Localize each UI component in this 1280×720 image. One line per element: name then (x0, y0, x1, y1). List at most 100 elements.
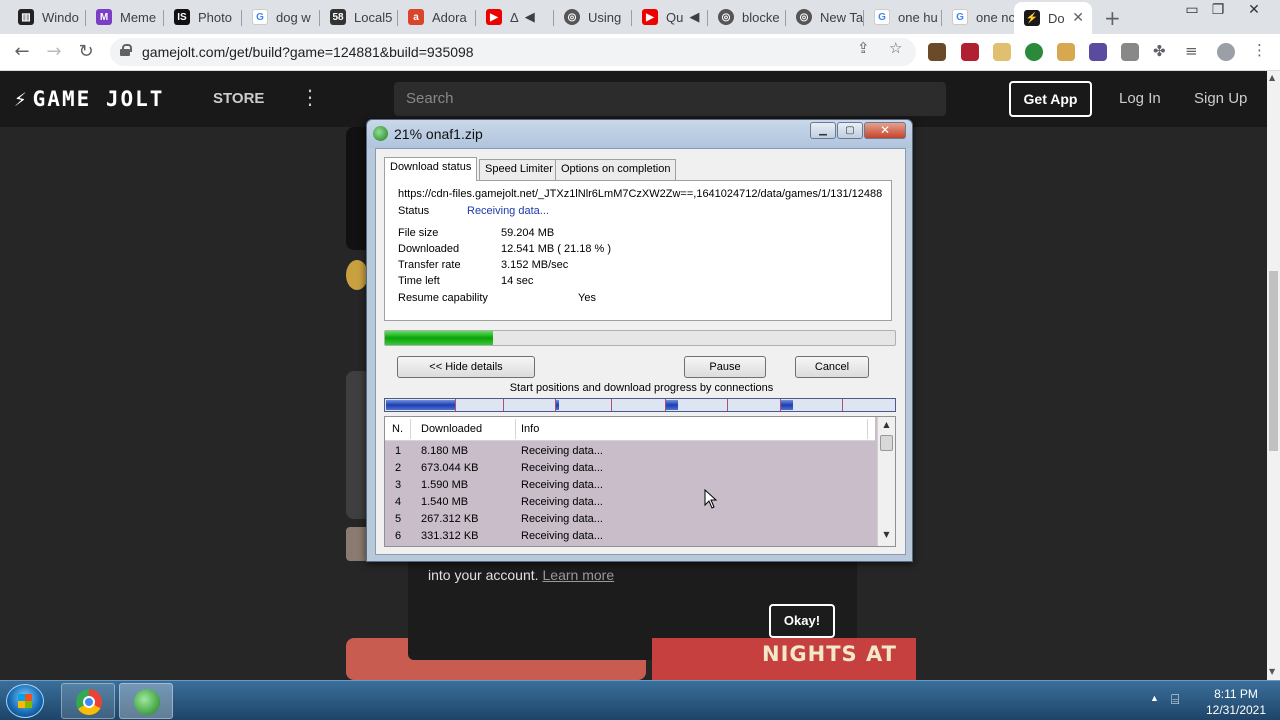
page-scroll-thumb[interactable] (1269, 271, 1278, 451)
tab-local5[interactable]: 58 Local5 (320, 2, 398, 32)
tab-blocked[interactable]: ◎ blocke (708, 2, 786, 32)
column-info[interactable]: Info (521, 423, 539, 435)
downloaded-value: 12.541 MB ( 21.18 % ) (501, 243, 612, 255)
extension-bird-icon[interactable] (1121, 43, 1139, 61)
connection-row[interactable]: 2 673.044 KB Receiving data... (385, 460, 875, 477)
network-icon[interactable]: ⌸ (1171, 691, 1179, 708)
status-value: Receiving data... (467, 205, 549, 217)
globe-favicon-icon: ◎ (718, 9, 734, 25)
segment-divider (727, 399, 728, 411)
connections-label: Start positions and download progress by… (509, 382, 774, 394)
taskbar-clock[interactable]: 8:11 PM 12/31/2021 (1200, 686, 1272, 718)
extension-cat-icon[interactable] (993, 43, 1011, 61)
idm-close-button[interactable]: ✕ (864, 122, 906, 139)
tab-meme[interactable]: M Meme (86, 2, 164, 32)
segment-divider (555, 399, 556, 411)
globe-favicon-icon: ◎ (564, 9, 580, 25)
column-downloaded[interactable]: Downloaded (421, 423, 482, 435)
connections-list[interactable]: N. Downloaded Info 1 8.180 MB Receiving … (384, 416, 896, 547)
scroll-down-icon[interactable]: ▼ (878, 530, 895, 539)
close-window-button[interactable]: ✕ (1242, 2, 1266, 18)
row-downloaded: 8.180 MB (421, 445, 469, 457)
tab-adora[interactable]: a Adora (398, 2, 476, 32)
forward-button[interactable]: → (42, 41, 66, 62)
connection-row[interactable]: 5 267.312 KB Receiving data... (385, 511, 875, 528)
url-text: gamejolt.com/get/build?game=124881&build… (142, 44, 474, 60)
game-banner[interactable]: NIGHTS AT (652, 638, 916, 680)
back-button[interactable]: ← (10, 41, 34, 62)
file-size-value: 59.204 MB (501, 227, 555, 239)
new-tab-button[interactable]: + (1104, 6, 1121, 30)
tab-using[interactable]: ◎ Using (554, 2, 632, 32)
user-avatar[interactable] (346, 260, 368, 290)
tab-windows[interactable]: ▥ Windo (8, 2, 86, 32)
row-number: 3 (395, 479, 402, 491)
taskbar-idm[interactable] (119, 683, 173, 719)
tab-gamejolt-active[interactable]: ⚡ Do ✕ (1014, 2, 1092, 34)
share-icon[interactable]: ⇪ (857, 39, 870, 57)
hide-details-button[interactable]: << Hide details (397, 356, 535, 378)
connection-segment-fill (666, 400, 678, 410)
list-scroll-thumb[interactable] (880, 435, 893, 451)
tab-youtube-2[interactable]: ▶ Qu ◀ (632, 2, 708, 32)
extension-avatar-icon[interactable] (928, 43, 946, 61)
show-hidden-icons-icon[interactable]: ▲ (1150, 693, 1159, 703)
login-link[interactable]: Log In (1119, 90, 1161, 107)
idm-minimize-button[interactable]: ▁ (810, 122, 836, 139)
idm-maximize-button[interactable]: ▢ (837, 122, 863, 139)
signup-link[interactable]: Sign Up (1194, 90, 1247, 107)
tab-new-tab[interactable]: ◎ New Ta (786, 2, 864, 32)
extension-monster-icon[interactable] (1089, 43, 1107, 61)
profile-avatar-icon[interactable] (1217, 43, 1235, 61)
connections-list-scrollbar[interactable]: ▲ ▼ (877, 417, 895, 546)
tab-google-one-hu[interactable]: G one hu (864, 2, 942, 32)
page-scrollbar[interactable]: ▲ ▼ (1267, 71, 1280, 680)
column-n[interactable]: N. (392, 423, 403, 435)
connection-row[interactable]: 1 8.180 MB Receiving data... (385, 443, 875, 460)
tab-speed-limiter[interactable]: Speed Limiter (479, 159, 559, 180)
cancel-button[interactable]: Cancel (795, 356, 869, 378)
learn-more-link[interactable]: Learn more (543, 567, 615, 583)
scroll-up-icon[interactable]: ▲ (1269, 73, 1275, 82)
media-control-icon[interactable]: ≡ (1185, 42, 1198, 60)
download-status-panel: https://cdn-files.gamejolt.net/_JTXz1lNl… (384, 180, 892, 321)
restore-window-button[interactable]: ❐ (1206, 2, 1230, 18)
gamejolt-logo[interactable]: ⚡ GAME JOLT (14, 87, 164, 111)
okay-button[interactable]: Okay! (769, 604, 835, 638)
tab-download-status[interactable]: Download status (384, 157, 478, 181)
tab-youtube-1[interactable]: ▶ Δ ◀ (476, 2, 554, 32)
reload-button[interactable]: ↻ (74, 41, 98, 62)
more-menu-icon[interactable]: ⋮ (300, 85, 320, 109)
extension-globe-icon[interactable] (1025, 43, 1043, 61)
tab-google-one-nc[interactable]: G one nc (942, 2, 1014, 32)
row-info: Receiving data... (521, 513, 603, 525)
tab-photo[interactable]: IS Photo (164, 2, 242, 32)
start-button[interactable] (6, 684, 44, 718)
tab-label: Do (1048, 10, 1065, 26)
close-tab-icon[interactable]: ✕ (1072, 9, 1084, 26)
idm-titlebar[interactable]: 21% onaf1.zip ▁ ▢ ✕ (367, 120, 912, 148)
bookmark-star-icon[interactable]: ☆ (889, 39, 902, 57)
connection-row[interactable]: 4 1.540 MB Receiving data... (385, 494, 875, 511)
address-bar[interactable]: gamejolt.com/get/build?game=124881&build… (110, 38, 916, 66)
site-search-input[interactable]: Search (394, 82, 946, 116)
extensions-puzzle-icon[interactable]: ✤ (1153, 42, 1166, 60)
chrome-menu-icon[interactable]: ⋮ (1252, 41, 1267, 59)
store-link[interactable]: STORE (213, 90, 264, 107)
connection-row[interactable]: 6 331.312 KB Receiving data... (385, 528, 875, 545)
extension-x-icon[interactable] (961, 43, 979, 61)
scroll-down-icon[interactable]: ▼ (1269, 667, 1275, 676)
browser-toolbar: ← → ↻ gamejolt.com/get/build?game=124881… (0, 34, 1280, 71)
minimize-window-button[interactable]: ▭ (1180, 2, 1204, 18)
row-downloaded: 1.540 MB (421, 496, 469, 508)
connection-row[interactable]: 3 1.590 MB Receiving data... (385, 477, 875, 494)
tab-google-dog[interactable]: G dog w (242, 2, 320, 32)
taskbar-chrome[interactable] (61, 683, 115, 719)
tab-label: one hu (898, 9, 938, 25)
tab-options-on-completion[interactable]: Options on completion (555, 159, 677, 180)
get-app-button[interactable]: Get App (1009, 81, 1092, 117)
scroll-up-icon[interactable]: ▲ (878, 420, 895, 429)
tab-label: Using (588, 9, 622, 25)
pause-button[interactable]: Pause (684, 356, 766, 378)
extension-doge-icon[interactable] (1057, 43, 1075, 61)
